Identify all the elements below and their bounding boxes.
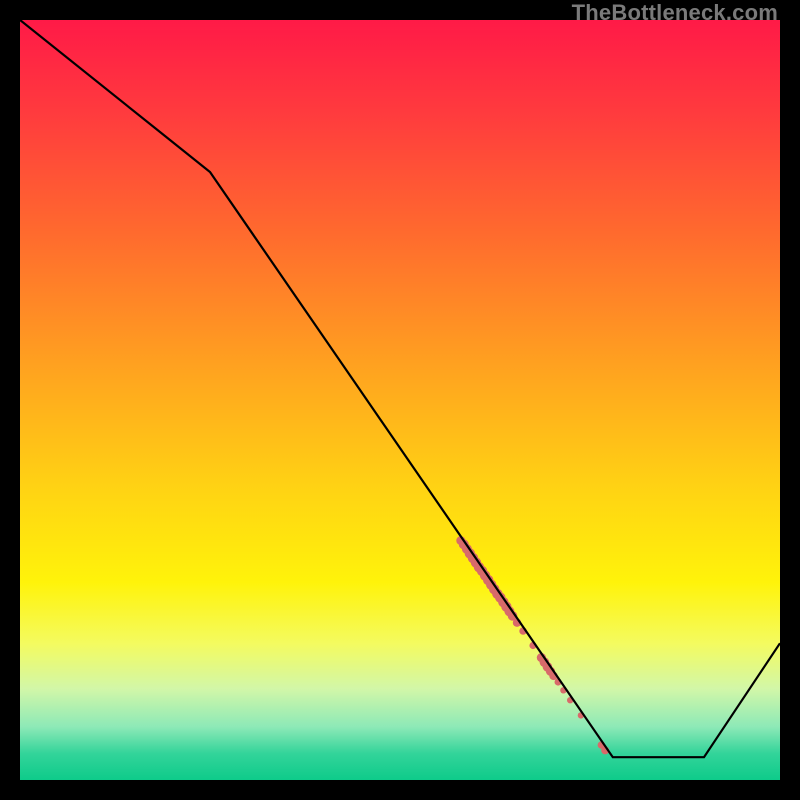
heatmap-background — [20, 20, 780, 780]
chart-frame — [20, 20, 780, 780]
watermark-text: TheBottleneck.com — [572, 0, 778, 26]
bottleneck-chart — [20, 20, 780, 780]
